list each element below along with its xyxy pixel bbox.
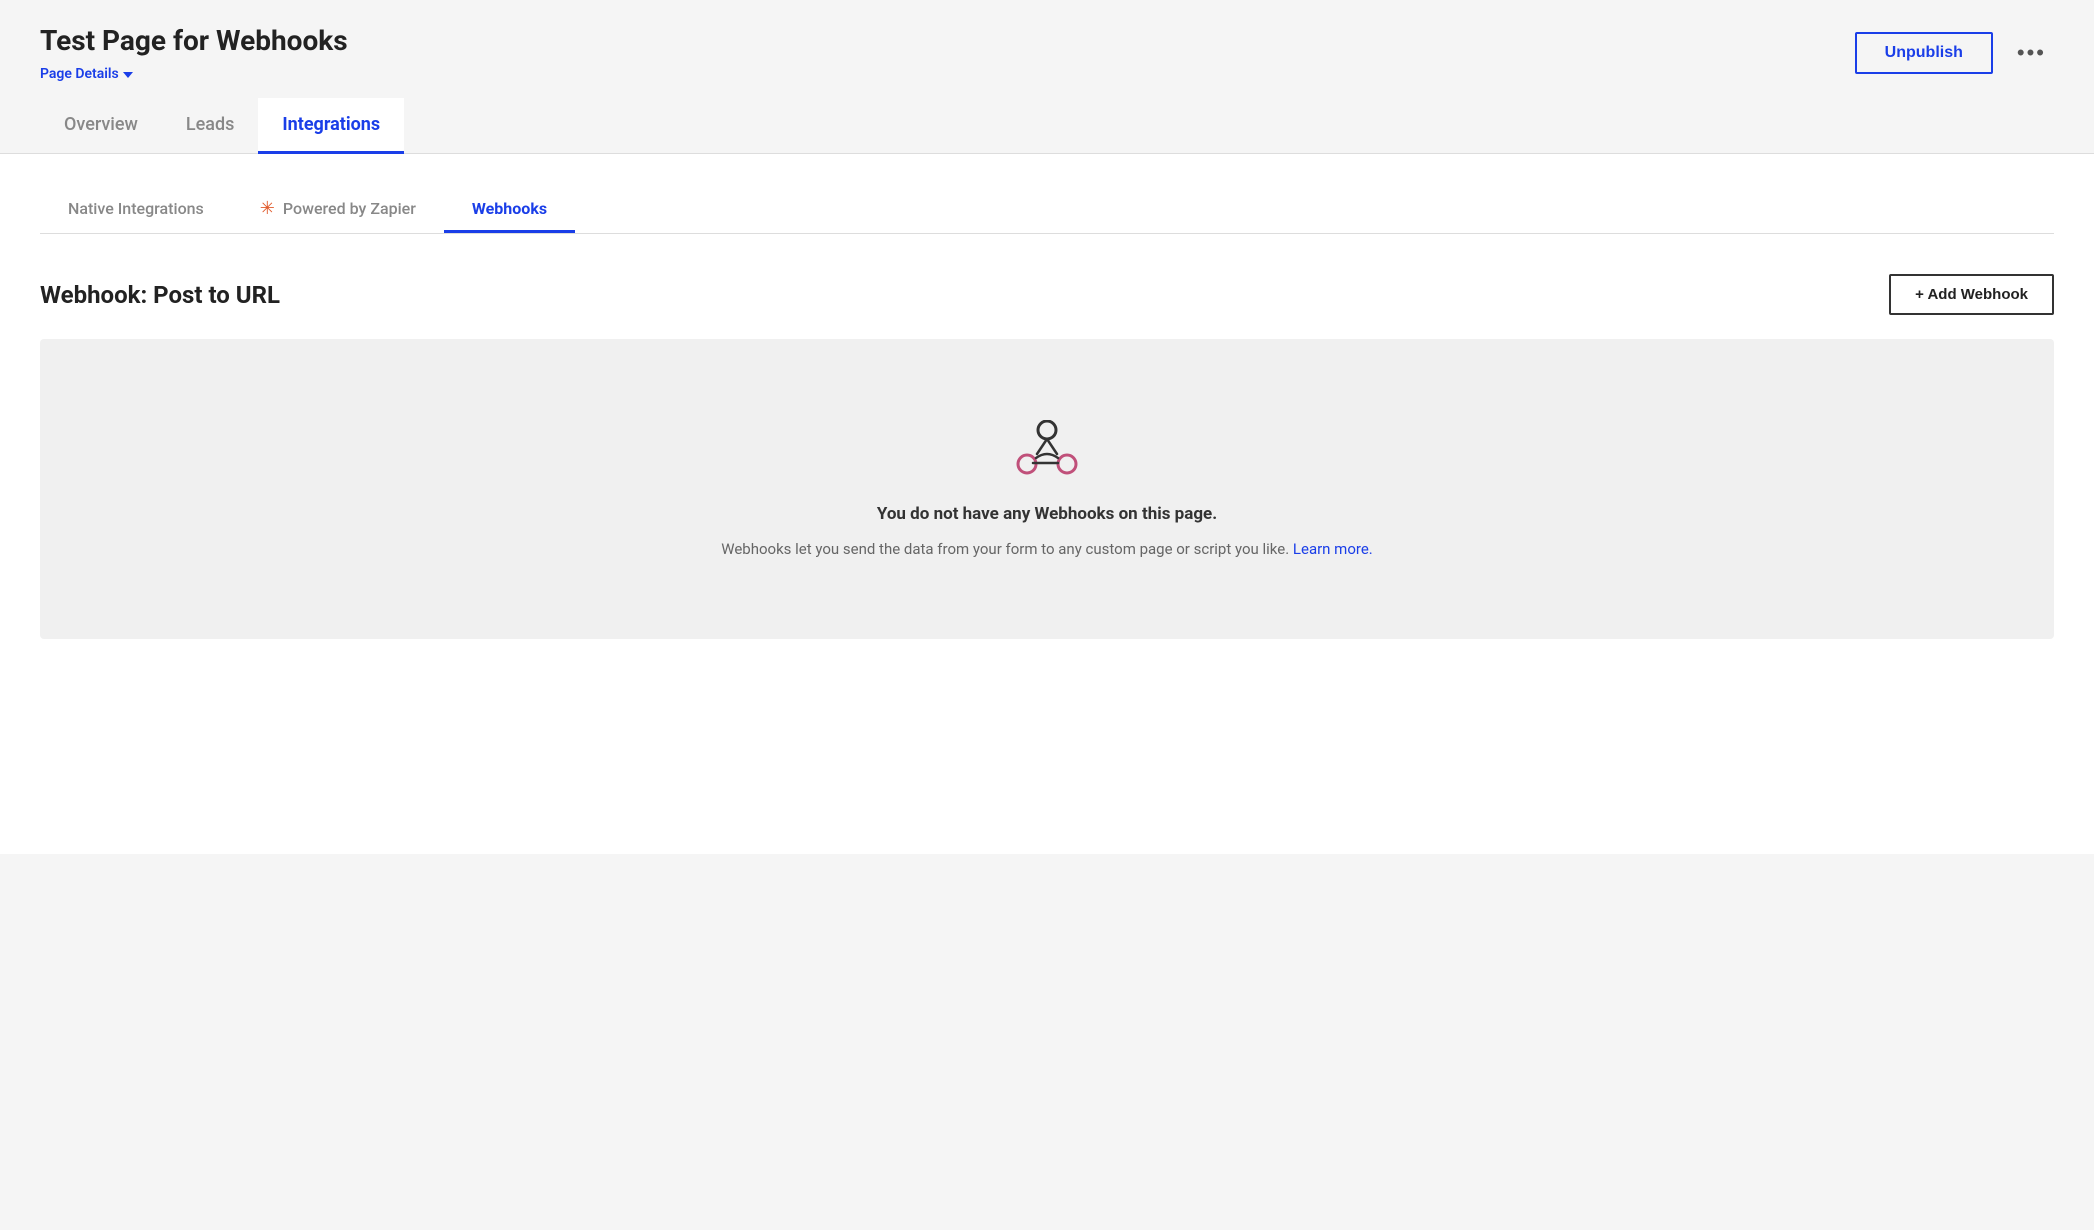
page-title: Test Page for Webhooks <box>40 24 348 57</box>
chevron-down-icon <box>123 72 133 78</box>
webhooks-label: Webhooks <box>472 199 547 218</box>
webhook-section-title: Webhook: Post to URL <box>40 281 280 309</box>
tab-leads[interactable]: Leads <box>162 98 258 154</box>
sub-tab-native[interactable]: Native Integrations <box>40 187 232 233</box>
content-area: Native Integrations ✳ Powered by Zapier … <box>0 154 2094 854</box>
sub-tab-webhooks[interactable]: Webhooks <box>444 187 575 233</box>
tab-overview[interactable]: Overview <box>40 98 162 154</box>
sub-tab-zapier[interactable]: ✳ Powered by Zapier <box>232 186 444 234</box>
learn-more-link[interactable]: Learn more. <box>1293 540 1373 558</box>
zapier-label: Powered by Zapier <box>283 199 416 218</box>
add-webhook-button[interactable]: + Add Webhook <box>1889 274 2054 315</box>
tab-integrations[interactable]: Integrations <box>258 98 404 154</box>
empty-state: You do not have any Webhooks on this pag… <box>40 339 2054 639</box>
webhook-icon <box>1015 420 1079 476</box>
empty-state-title: You do not have any Webhooks on this pag… <box>877 504 1217 524</box>
page-details-link[interactable]: Page Details <box>40 66 133 82</box>
zapier-icon: ✳ <box>260 198 275 219</box>
webhook-icon-wrapper <box>1015 420 1079 480</box>
webhook-section-header: Webhook: Post to URL + Add Webhook <box>40 274 2054 315</box>
header-actions: Unpublish ••• <box>1855 24 2054 74</box>
empty-state-description: Webhooks let you send the data from your… <box>721 540 1373 558</box>
page-details-label: Page Details <box>40 66 119 82</box>
unpublish-button[interactable]: Unpublish <box>1855 32 1993 74</box>
native-integrations-label: Native Integrations <box>68 199 204 218</box>
more-options-button[interactable]: ••• <box>2009 36 2054 70</box>
sub-tabs: Native Integrations ✳ Powered by Zapier … <box>40 186 2054 234</box>
main-tabs: Overview Leads Integrations <box>0 98 2094 154</box>
page-title-area: Test Page for Webhooks Page Details <box>40 24 348 82</box>
page-header: Test Page for Webhooks Page Details Unpu… <box>0 0 2094 82</box>
empty-state-desc-text: Webhooks let you send the data from your… <box>721 540 1293 558</box>
